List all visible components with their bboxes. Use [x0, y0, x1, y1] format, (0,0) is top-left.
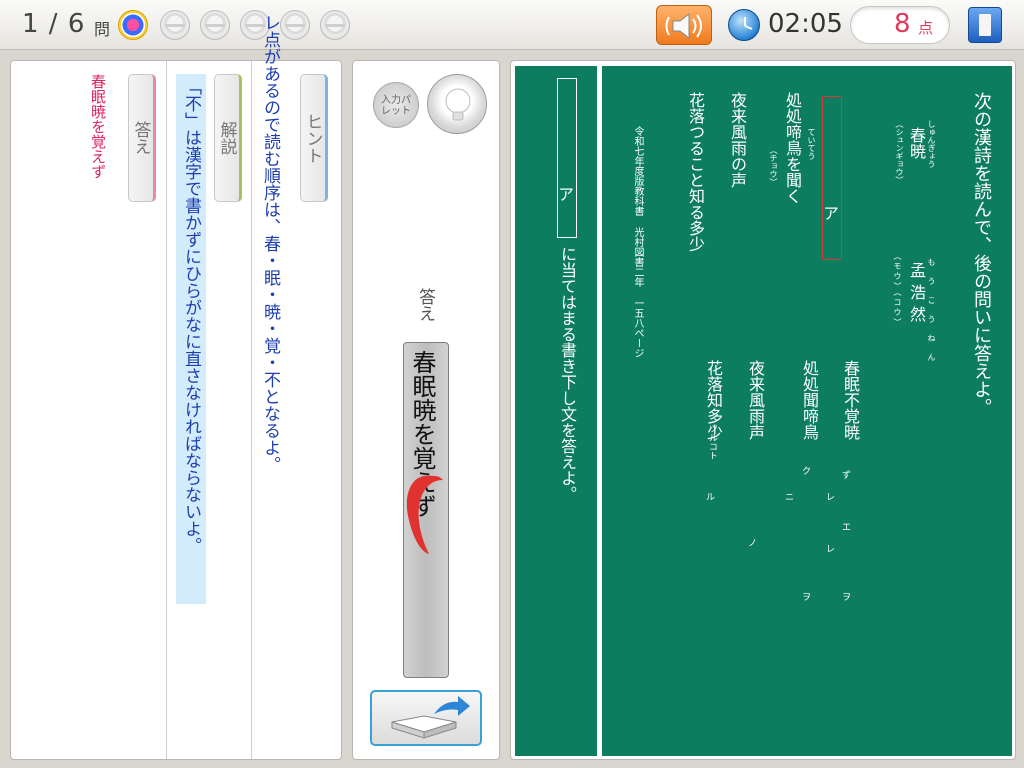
progress-dot — [280, 10, 310, 40]
blank-box-a: ア — [555, 78, 577, 238]
title-katakana: （シュンギョウ） — [895, 120, 904, 184]
answer-instruction: に当てはまる書き下し文を答えよ。 — [558, 246, 577, 502]
kundoku-line: 花落つること知る多少 — [686, 92, 705, 252]
timer: 02:05 — [768, 9, 843, 39]
answer-tab-label: 答え — [130, 121, 151, 155]
author-katakana: （モウ）（コウ） — [893, 252, 902, 328]
kanbun-line: 処処聞啼鳥 — [800, 360, 819, 440]
kunten-mark: ノ — [748, 539, 758, 549]
progress-dot — [200, 10, 230, 40]
question-label: 問 — [94, 20, 111, 39]
author-ruby: もうこうねん — [927, 258, 936, 372]
divider — [251, 61, 252, 759]
poem-author: 孟浩然 — [907, 262, 926, 328]
clock-icon — [728, 9, 760, 41]
kunten-mark: レ — [826, 545, 836, 555]
kunten-mark: ツルコト — [707, 424, 717, 460]
kunten-mark: ル — [706, 493, 716, 503]
hint-button[interactable] — [427, 74, 487, 134]
divider — [166, 61, 167, 759]
kunten-mark: ニ — [785, 493, 795, 503]
palette-label: 入力パレット — [381, 95, 411, 117]
kundoku-line: 処処啼鳥を聞く — [783, 92, 802, 204]
submit-button[interactable] — [370, 690, 482, 746]
question-counter: 1 / 6 — [22, 9, 86, 39]
hint-text: レ点があるので読む順序は、春・眠・暁・覚・不となるよ。 — [260, 14, 280, 473]
answer-tab[interactable]: 答え — [128, 74, 156, 202]
progress-dot-current — [118, 10, 148, 40]
explanation-tab-label: 解説 — [216, 121, 237, 155]
speaker-icon — [665, 12, 702, 40]
book-arrow-icon — [391, 696, 470, 739]
chalkboard-answer-area — [515, 66, 597, 756]
hint-tab-label: ヒント — [302, 112, 323, 164]
kunten-mark: レ — [826, 493, 836, 503]
blank-box-a-question: ア — [820, 96, 842, 260]
kunten-mark: ず — [842, 471, 852, 481]
lightbulb-icon — [445, 88, 471, 121]
source-citation: 令和七年度版教科書 光村図書二年 一五八ページ — [632, 126, 643, 358]
chou-katakana: （チョウ） — [769, 146, 778, 186]
top-bar: 1 / 6 問 02:05 8 点 — [0, 0, 1024, 50]
explanation-text: 「不」は漢字で書かずにひらがなに直さなければならないよ。 — [176, 74, 206, 604]
input-palette-button[interactable]: 入力パレット — [373, 82, 419, 128]
progress-dot — [160, 10, 190, 40]
title-ruby: しゅんぎょう — [927, 120, 936, 168]
poem-title: 春暁 — [907, 127, 926, 159]
hint-tab[interactable]: ヒント — [300, 74, 328, 202]
kunten-mark: ヲ — [802, 593, 812, 603]
answer-text: 春眠暁を覚えず — [89, 74, 107, 179]
exit-button[interactable] — [968, 7, 1002, 43]
question-instruction: 次の漢詩を読んで、後の問いに答えよ。 — [971, 92, 992, 416]
kunten-mark: ヲ — [842, 593, 852, 603]
progress-dot — [320, 10, 350, 40]
teitei-ruby: ていてう — [807, 128, 816, 160]
score-value: 8 — [894, 9, 911, 39]
answer-label: 答え — [415, 288, 435, 322]
kunten-mark: エ — [842, 523, 852, 533]
sound-button[interactable] — [656, 5, 712, 45]
red-circle-mark — [406, 475, 443, 554]
score-unit: 点 — [918, 19, 934, 37]
explanation-tab[interactable]: 解説 — [214, 74, 242, 202]
kunten-mark: ク — [802, 467, 812, 477]
kundoku-line: 夜来風雨の声 — [728, 92, 747, 188]
